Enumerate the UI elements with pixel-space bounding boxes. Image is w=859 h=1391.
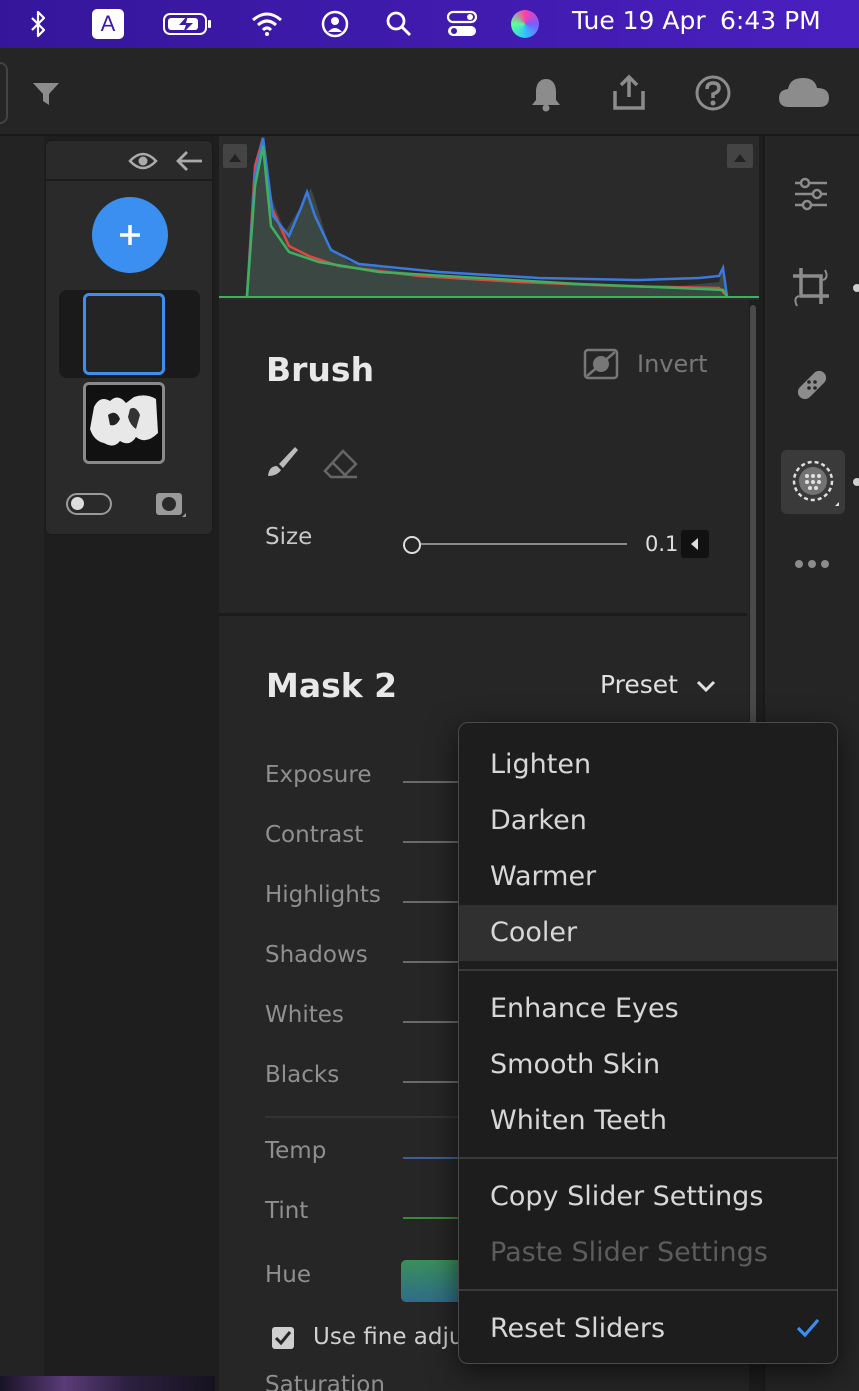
mask-overlay-toggle[interactable] <box>66 493 112 515</box>
menubar-date: Tue 19 Apr <box>572 6 706 35</box>
invert-icon[interactable] <box>583 348 619 380</box>
preset-menu: Lighten Darken Warmer Cooler Enhance Eye… <box>458 722 838 1364</box>
menu-item-enhance-eyes[interactable]: Enhance Eyes <box>459 981 837 1037</box>
mask-overlay-options-icon[interactable] <box>154 491 188 521</box>
siri-icon[interactable] <box>510 8 540 40</box>
size-slider-track[interactable] <box>413 543 627 545</box>
tint-label: Tint <box>265 1198 309 1224</box>
keyboard-input-icon[interactable]: A <box>92 8 124 40</box>
menu-item-paste-slider-settings: Paste Slider Settings <box>490 1237 768 1268</box>
menu-separator <box>459 1157 837 1159</box>
filter-icon[interactable] <box>30 78 62 110</box>
mask-thumbnail-empty[interactable] <box>83 293 165 375</box>
search-field-edge[interactable] <box>0 62 8 124</box>
menu-item-smooth-skin[interactable]: Smooth Skin <box>459 1037 837 1093</box>
add-mask-button[interactable] <box>92 197 168 273</box>
menu-item-copy-slider-settings[interactable]: Copy Slider Settings <box>459 1169 837 1225</box>
notification-bell-icon[interactable] <box>528 74 564 114</box>
temp-label: Temp <box>265 1138 327 1164</box>
invert-label[interactable]: Invert <box>637 350 708 378</box>
healing-bandage-icon[interactable] <box>791 364 833 406</box>
menu-item-cooler[interactable]: Cooler <box>459 905 837 961</box>
user-icon[interactable] <box>320 8 350 40</box>
menu-item-darken[interactable]: Darken <box>459 793 837 849</box>
preset-dropdown[interactable]: Preset <box>600 670 678 699</box>
cloud-icon[interactable] <box>776 74 832 110</box>
masking-tool-button[interactable] <box>781 450 845 514</box>
brush-tool-icon[interactable] <box>265 444 299 478</box>
control-center-icon[interactable] <box>446 8 478 40</box>
hue-label: Hue <box>265 1262 312 1288</box>
menu-item-whiten-teeth[interactable]: Whiten Teeth <box>459 1093 837 1149</box>
crop-indicator-dot <box>853 284 859 292</box>
share-icon[interactable] <box>608 72 650 114</box>
menu-item-lighten[interactable]: Lighten <box>459 737 837 793</box>
checkmark-icon <box>795 1317 821 1339</box>
masking-indicator-dot <box>853 478 859 486</box>
edit-sliders-icon[interactable] <box>793 176 829 212</box>
contrast-label: Contrast <box>265 822 364 848</box>
shadows-slider[interactable] <box>403 961 463 963</box>
photo-strip <box>0 136 44 1391</box>
more-options-icon[interactable] <box>793 552 831 576</box>
crop-rotate-icon[interactable] <box>791 266 831 310</box>
battery-charging-icon[interactable] <box>162 8 214 40</box>
back-arrow-icon[interactable] <box>174 149 204 173</box>
wifi-icon[interactable] <box>250 8 284 40</box>
whites-slider[interactable] <box>403 1021 463 1023</box>
spotlight-search-icon[interactable] <box>385 8 413 40</box>
masks-panel <box>45 140 213 535</box>
eraser-tool-icon[interactable] <box>323 448 359 480</box>
mask-thumbnail-image[interactable] <box>83 382 165 464</box>
macos-menubar: A Tue 19 Apr 6:43 PM <box>0 0 859 48</box>
plus-icon <box>120 225 140 245</box>
panel-scrollbar[interactable] <box>750 305 756 725</box>
mask-title: Mask 2 <box>266 666 398 705</box>
menu-item-warmer[interactable]: Warmer <box>459 849 837 905</box>
checkmark-icon <box>274 1331 292 1346</box>
brush-section: Brush Invert Size 0.1 <box>219 300 747 616</box>
size-slider-thumb[interactable] <box>403 536 421 554</box>
section-divider <box>265 1116 465 1118</box>
histogram <box>219 136 759 300</box>
saturation-label: Saturation <box>265 1372 385 1391</box>
highlights-slider[interactable] <box>403 901 463 903</box>
tint-slider[interactable] <box>403 1217 463 1219</box>
exposure-label: Exposure <box>265 762 372 788</box>
shadows-label: Shadows <box>265 942 368 968</box>
blacks-label: Blacks <box>265 1062 340 1088</box>
menu-separator <box>459 1289 837 1291</box>
fine-adjust-label[interactable]: Use fine adju <box>313 1324 463 1350</box>
size-stepper-left-icon[interactable] <box>681 530 709 558</box>
size-value[interactable]: 0.1 <box>645 532 678 556</box>
menu-item-reset-sliders[interactable]: Reset Sliders <box>459 1301 837 1357</box>
size-label: Size <box>265 524 313 550</box>
eye-icon[interactable] <box>128 149 158 173</box>
masking-icon <box>792 460 839 506</box>
brush-title: Brush <box>266 350 375 389</box>
highlights-label: Highlights <box>265 882 381 908</box>
help-icon[interactable] <box>692 72 734 114</box>
whites-label: Whites <box>265 1002 344 1028</box>
photo-preview <box>0 1376 215 1391</box>
exposure-slider[interactable] <box>403 781 463 783</box>
fine-adjust-checkbox[interactable] <box>272 1327 294 1349</box>
contrast-slider[interactable] <box>403 841 463 843</box>
menu-separator <box>459 969 837 971</box>
bluetooth-icon[interactable] <box>24 8 52 40</box>
temp-slider[interactable] <box>403 1157 463 1159</box>
menubar-time: 6:43 PM <box>720 6 821 35</box>
top-toolbar <box>0 48 859 136</box>
chevron-down-icon[interactable] <box>695 678 717 694</box>
hue-slider[interactable] <box>401 1260 463 1302</box>
masks-panel-header <box>46 141 212 181</box>
blacks-slider[interactable] <box>403 1081 463 1083</box>
input-source-label: A <box>92 9 124 39</box>
